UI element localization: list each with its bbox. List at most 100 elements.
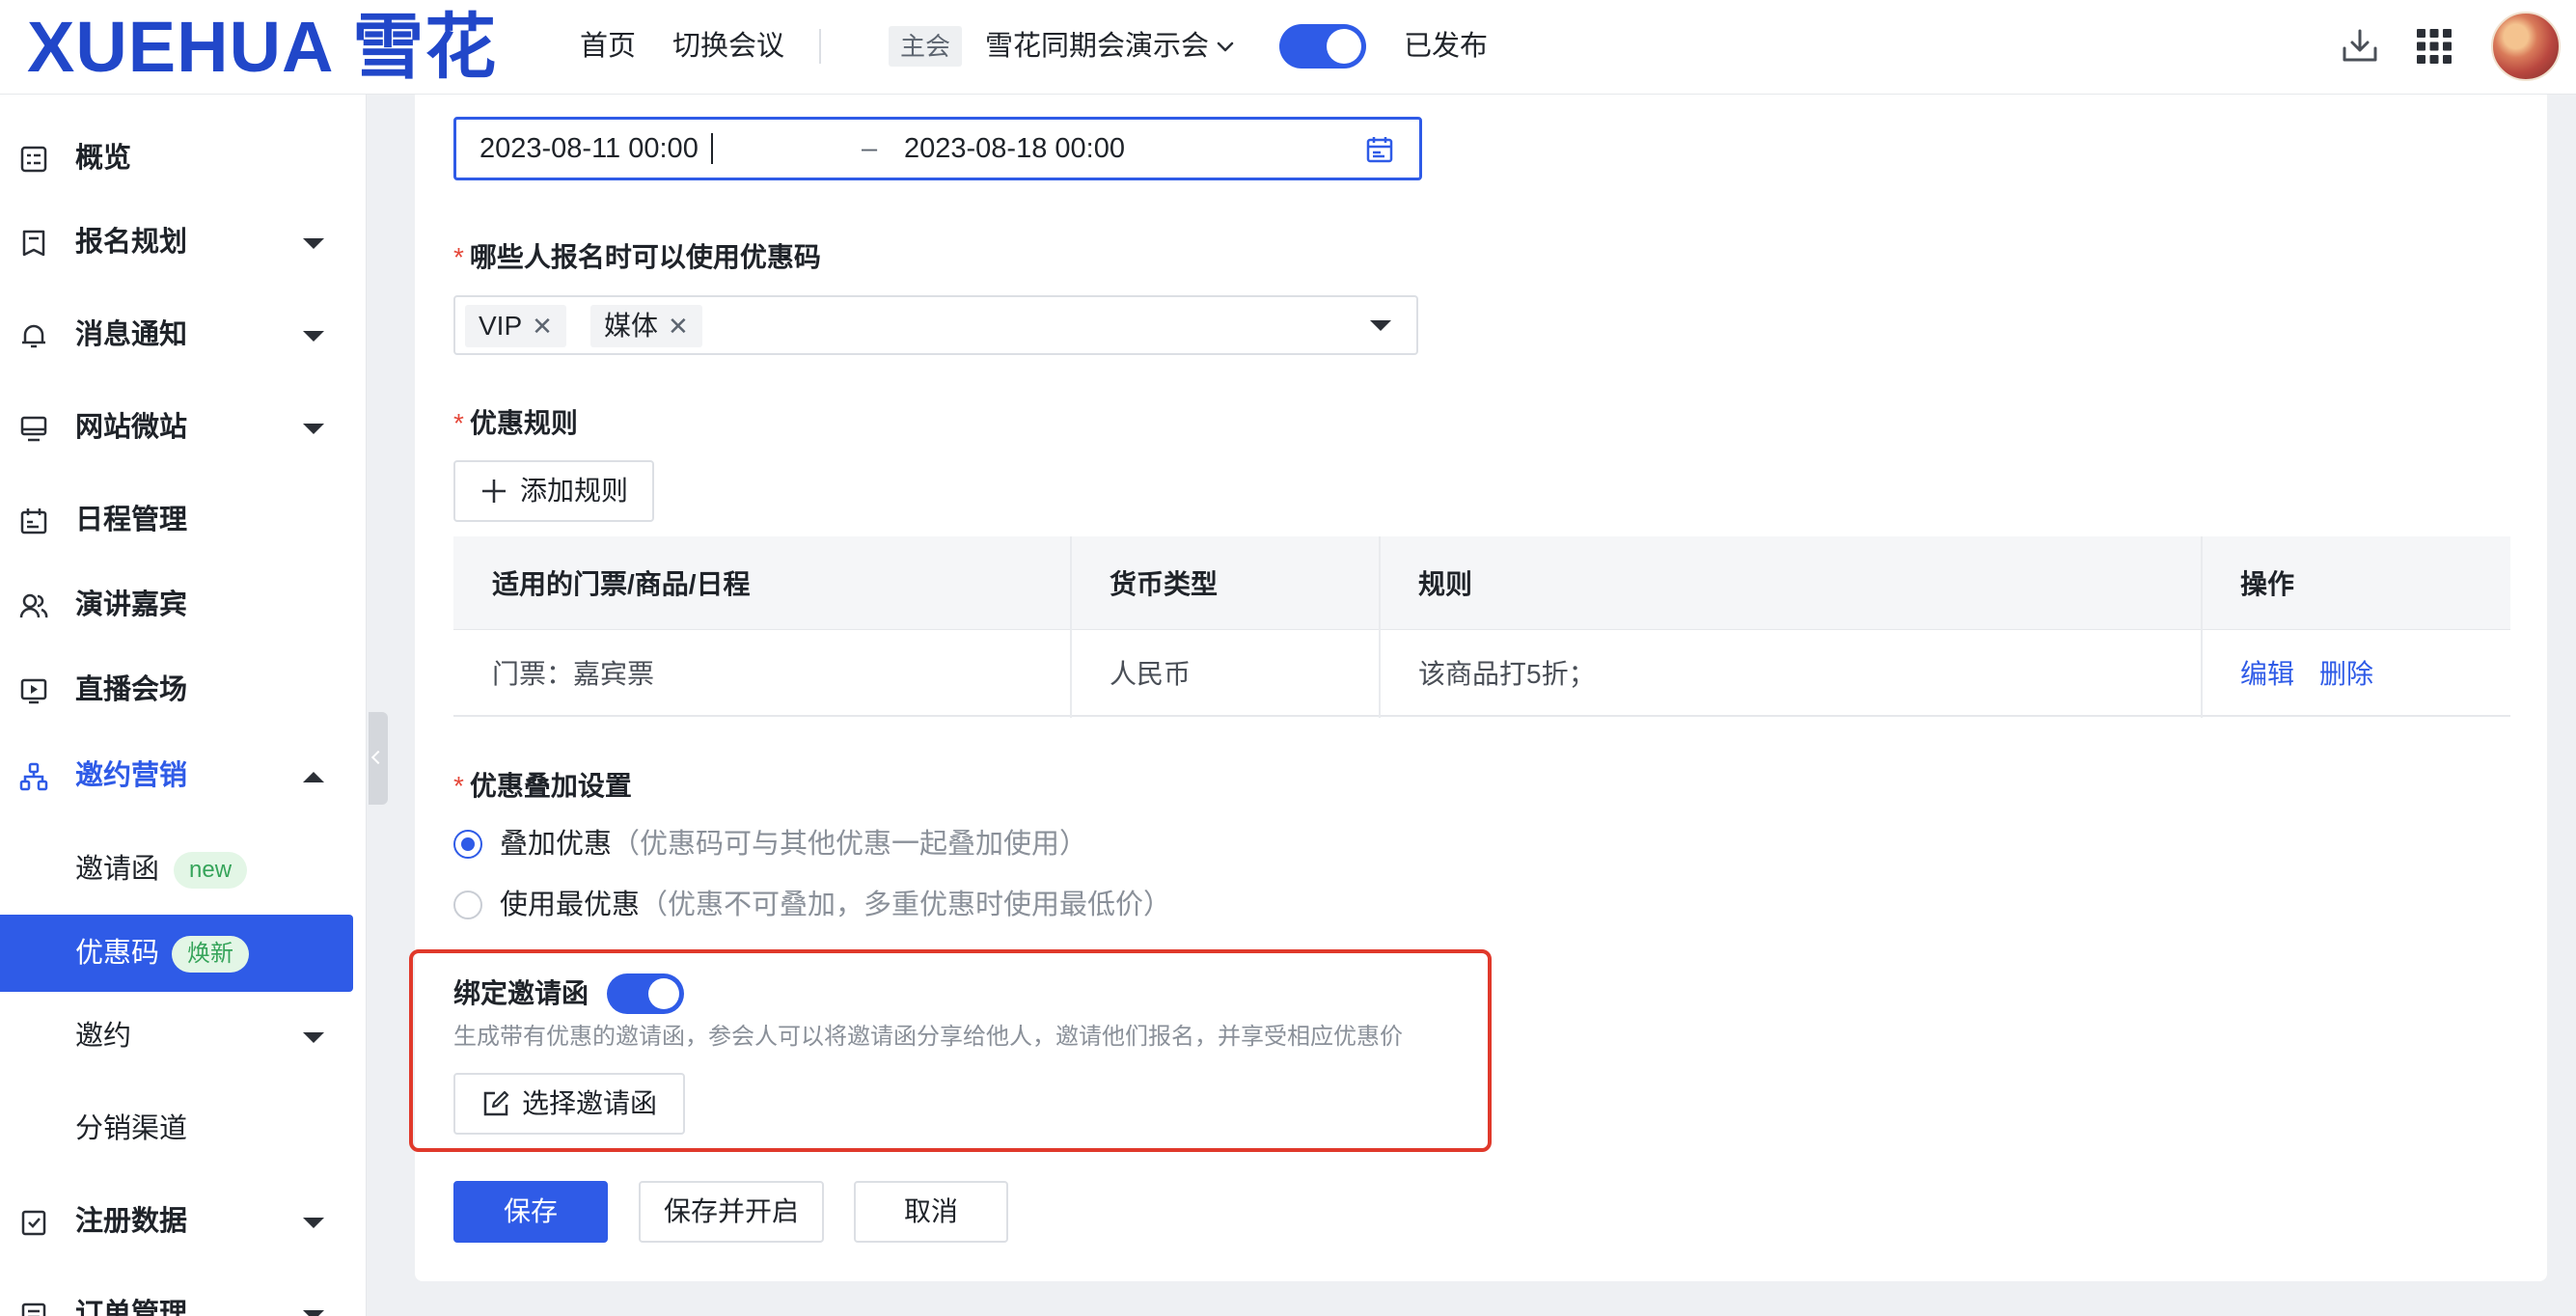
edit-link[interactable]: 编辑 (2240, 653, 2294, 692)
radio-label: 使用最优惠 (500, 890, 641, 920)
date-end-input[interactable]: 2023-08-18 00:00 (904, 120, 1125, 178)
sidebar-subitem-distribution[interactable]: 分销渠道 (0, 1090, 353, 1167)
radio-button-checked[interactable] (453, 830, 482, 859)
sidebar-subitem-coupon[interactable]: 优惠码 焕新 (0, 915, 353, 992)
chip-label: 媒体 (604, 311, 659, 341)
apps-grid-icon[interactable] (2413, 25, 2455, 68)
nav-divider (819, 29, 821, 64)
sidebar: 概览 报名规划 消息通知 网站微站 日程管理 演讲嘉宾 直播会场 邀约营销 邀请… (0, 95, 367, 1316)
sidebar-item-label: 注册数据 (75, 1206, 188, 1237)
date-range-picker[interactable]: 2023-08-11 00:00 – 2023-08-18 00:00 (453, 117, 1422, 180)
sidebar-item-speakers[interactable]: 演讲嘉宾 (0, 566, 353, 644)
publish-status-text: 已发布 (1404, 31, 1489, 62)
rules-table: 适用的门票/商品/日程 货币类型 规则 操作 门票：嘉宾票 人民币 该商品打5折… (453, 536, 2510, 718)
caret-down-icon[interactable] (1370, 320, 1391, 331)
date-range-separator: – (862, 133, 878, 164)
new-badge: new (174, 852, 248, 889)
bell-icon (22, 324, 45, 348)
order-icon (21, 1302, 46, 1316)
close-icon[interactable]: ✕ (668, 312, 689, 341)
radio-hint: （优惠不可叠加，多重优惠时使用最低价） (640, 890, 1172, 920)
sidebar-item-overview[interactable]: 概览 (0, 120, 353, 197)
caret-down-icon (303, 238, 324, 249)
add-rule-button[interactable]: 添加规则 (453, 460, 654, 522)
column-divider (2201, 536, 2203, 718)
form-icon (22, 230, 45, 257)
sidebar-item-label: 日程管理 (75, 505, 188, 535)
col-header-rule: 规则 (1418, 569, 1473, 599)
save-and-open-button[interactable]: 保存并开启 (639, 1181, 824, 1243)
app-logo[interactable]: XUEHUA 雪花 (27, 12, 497, 83)
radio-button[interactable] (453, 891, 482, 919)
audience-select[interactable]: VIP ✕ 媒体 ✕ (453, 295, 1418, 355)
sidebar-item-label: 订单管理 (75, 1299, 188, 1316)
stacking-settings-text: 优惠叠加设置 (469, 771, 632, 801)
sidebar-item-label: 概览 (75, 143, 132, 174)
tag-chip-vip: VIP ✕ (465, 305, 566, 347)
sidebar-item-registration-data[interactable]: 注册数据 (0, 1183, 353, 1260)
sidebar-item-invite-marketing[interactable]: 邀约营销 (0, 737, 353, 814)
cell-currency: 人民币 (1110, 659, 1192, 689)
calendar-icon[interactable] (1365, 135, 1394, 164)
date-start-input[interactable]: 2023-08-11 00:00 (480, 120, 699, 178)
checklist-icon (21, 1210, 46, 1236)
live-icon (20, 678, 47, 704)
caret-up-icon (303, 772, 324, 782)
cell-item: 门票：嘉宾票 (492, 659, 655, 689)
caret-down-icon (303, 424, 324, 434)
stacking-settings-label: * 优惠叠加设置 (453, 769, 632, 804)
sidebar-item-orders[interactable]: 订单管理 (0, 1275, 353, 1316)
sidebar-item-label: 分销渠道 (75, 1113, 188, 1144)
save-button[interactable]: 保存 (453, 1181, 608, 1243)
user-avatar[interactable] (2491, 12, 2561, 81)
sidebar-subitem-invitation[interactable]: 邀请函 new (0, 831, 353, 908)
close-icon[interactable]: ✕ (532, 312, 553, 341)
sidebar-item-label: 报名规划 (75, 227, 188, 258)
column-divider (1379, 536, 1381, 718)
sidebar-item-label: 网站微站 (75, 412, 188, 443)
sidebar-item-live[interactable]: 直播会场 (0, 651, 353, 728)
bind-invitation-description: 生成带有优惠的邀请函，参会人可以将邀请函分享给他人，邀请他们报名，并享受相应优惠… (453, 1024, 1403, 1050)
col-header-item: 适用的门票/商品/日程 (492, 569, 751, 599)
edit-icon (483, 1090, 509, 1115)
sidebar-collapse-handle[interactable] (369, 712, 388, 805)
sidebar-item-notifications[interactable]: 消息通知 (0, 296, 353, 373)
sidebar-item-label: 邀约营销 (75, 760, 188, 791)
sidebar-item-website[interactable]: 网站微站 (0, 389, 353, 466)
sidebar-item-label: 消息通知 (75, 319, 188, 350)
sidebar-item-label: 邀请函 (75, 854, 160, 885)
col-header-currency: 货币类型 (1110, 569, 1219, 599)
sidebar-subitem-invite[interactable]: 邀约 (0, 998, 353, 1075)
publish-toggle[interactable] (1279, 24, 1366, 69)
cancel-button[interactable]: 取消 (854, 1181, 1008, 1243)
text-cursor (711, 133, 713, 164)
select-invitation-label: 选择邀请函 (521, 1088, 657, 1118)
bind-invitation-label: 绑定邀请函 (453, 978, 589, 1008)
sidebar-item-label: 直播会场 (75, 674, 188, 705)
sidebar-item-registration[interactable]: 报名规划 (0, 204, 353, 281)
renewed-badge: 焕新 (172, 936, 249, 973)
overview-icon (20, 146, 47, 173)
delete-link[interactable]: 删除 (2319, 653, 2373, 692)
tag-chip-media: 媒体 ✕ (590, 305, 702, 347)
bind-invitation-toggle[interactable] (607, 973, 684, 1014)
download-icon[interactable] (2339, 25, 2381, 68)
chevron-down-icon[interactable] (1214, 35, 1237, 58)
required-mark: * (453, 242, 464, 272)
nav-home-link[interactable]: 首页 (580, 29, 636, 64)
plus-icon (481, 479, 506, 503)
sidebar-item-schedule[interactable]: 日程管理 (0, 481, 353, 559)
event-type-tag: 主会 (889, 26, 962, 67)
sidebar-item-label: 优惠码 (75, 938, 160, 969)
who-can-use-text: 哪些人报名时可以使用优惠码 (469, 242, 821, 272)
select-invitation-button[interactable]: 选择邀请函 (453, 1073, 685, 1135)
nav-switch-meeting-link[interactable]: 切换会议 (672, 29, 784, 64)
required-mark: * (453, 771, 464, 801)
sidebar-item-label: 演讲嘉宾 (75, 589, 188, 620)
monitor-icon (20, 416, 47, 442)
top-bar: XUEHUA 雪花 首页 切换会议 主会 雪花同期会演示会 已发布 (0, 0, 2576, 95)
required-mark: * (453, 408, 464, 438)
event-selector[interactable]: 雪花同期会演示会 (985, 29, 1209, 64)
calendar-icon (20, 508, 47, 535)
cell-actions: 编辑 删除 (2202, 630, 2510, 715)
